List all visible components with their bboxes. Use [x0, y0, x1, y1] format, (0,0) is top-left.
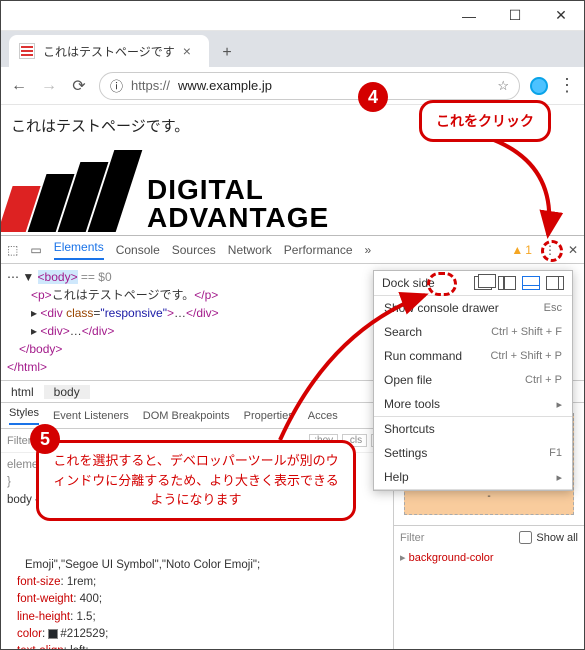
- logo-bars-icon: [1, 150, 142, 232]
- bookmark-star-icon[interactable]: ☆: [497, 78, 509, 94]
- dock-left-icon[interactable]: [498, 276, 516, 290]
- color-swatch-icon[interactable]: [48, 629, 58, 639]
- tab-elements[interactable]: Elements: [54, 240, 104, 260]
- annotation-highlight-kebab: [541, 240, 563, 262]
- annotation-number-5: 5: [30, 424, 60, 454]
- url-scheme: https://: [131, 78, 170, 93]
- computed-filter-bar: Filter Show all: [394, 525, 584, 549]
- annotation-callout-5: これを選択すると、デベロッパーツールが別のウィンドウに分離するため、より大きく表…: [36, 440, 356, 521]
- forward-button[interactable]: →: [39, 77, 59, 95]
- url-input[interactable]: ⓘ https:// www.example.jp ☆: [99, 72, 520, 100]
- annotation-number-4: 4: [358, 82, 388, 112]
- back-button[interactable]: ←: [9, 77, 29, 95]
- tab-styles[interactable]: Styles: [9, 407, 39, 425]
- inspect-element-icon[interactable]: ⬚: [7, 243, 18, 257]
- annotation-highlight-undock: [427, 272, 457, 296]
- url-host: www.example.jp: [178, 78, 272, 93]
- tab-strip: これはテストページです × +: [1, 31, 584, 67]
- new-tab-button[interactable]: +: [213, 39, 241, 67]
- maximize-button[interactable]: ☐: [492, 1, 538, 31]
- logo-text: DIGITAL ADVANTAGE: [147, 176, 329, 232]
- tab-title: これはテストページです: [43, 43, 175, 60]
- menu-help[interactable]: Help▸: [374, 465, 572, 489]
- crumb-html[interactable]: html: [1, 385, 44, 399]
- close-window-button[interactable]: ✕: [538, 1, 584, 31]
- site-info-icon[interactable]: ⓘ: [110, 76, 123, 95]
- tab-dom-breakpoints[interactable]: DOM Breakpoints: [143, 410, 230, 422]
- favicon-icon: [19, 43, 35, 59]
- dock-undock-icon[interactable]: [474, 276, 492, 290]
- tab-network[interactable]: Network: [228, 243, 272, 257]
- tab-console[interactable]: Console: [116, 243, 160, 257]
- tab-close-button[interactable]: ×: [183, 43, 191, 59]
- show-all-checkbox[interactable]: Show all: [519, 531, 578, 544]
- chrome-menu-button[interactable]: ⋮: [558, 75, 576, 96]
- tab-performance[interactable]: Performance: [284, 243, 353, 257]
- tab-sources[interactable]: Sources: [172, 243, 216, 257]
- computed-list[interactable]: ▸ background-color: [394, 549, 584, 566]
- minimize-button[interactable]: —: [446, 1, 492, 31]
- extension-icon[interactable]: [530, 77, 548, 95]
- window-titlebar: — ☐ ✕: [1, 1, 584, 31]
- browser-tab[interactable]: これはテストページです ×: [9, 35, 209, 67]
- dock-bottom-icon[interactable]: [522, 276, 540, 290]
- device-toolbar-icon[interactable]: ▭: [30, 243, 41, 257]
- dock-right-icon[interactable]: [546, 276, 564, 290]
- more-tabs-icon[interactable]: »: [365, 243, 372, 257]
- annotation-callout-4: これをクリック: [419, 100, 551, 142]
- tab-event-listeners[interactable]: Event Listeners: [53, 410, 129, 422]
- reload-button[interactable]: ⟳: [69, 76, 89, 96]
- computed-filter-input[interactable]: Filter: [400, 532, 424, 544]
- crumb-body[interactable]: body: [44, 385, 90, 399]
- annotation-arrow-5: [260, 290, 460, 450]
